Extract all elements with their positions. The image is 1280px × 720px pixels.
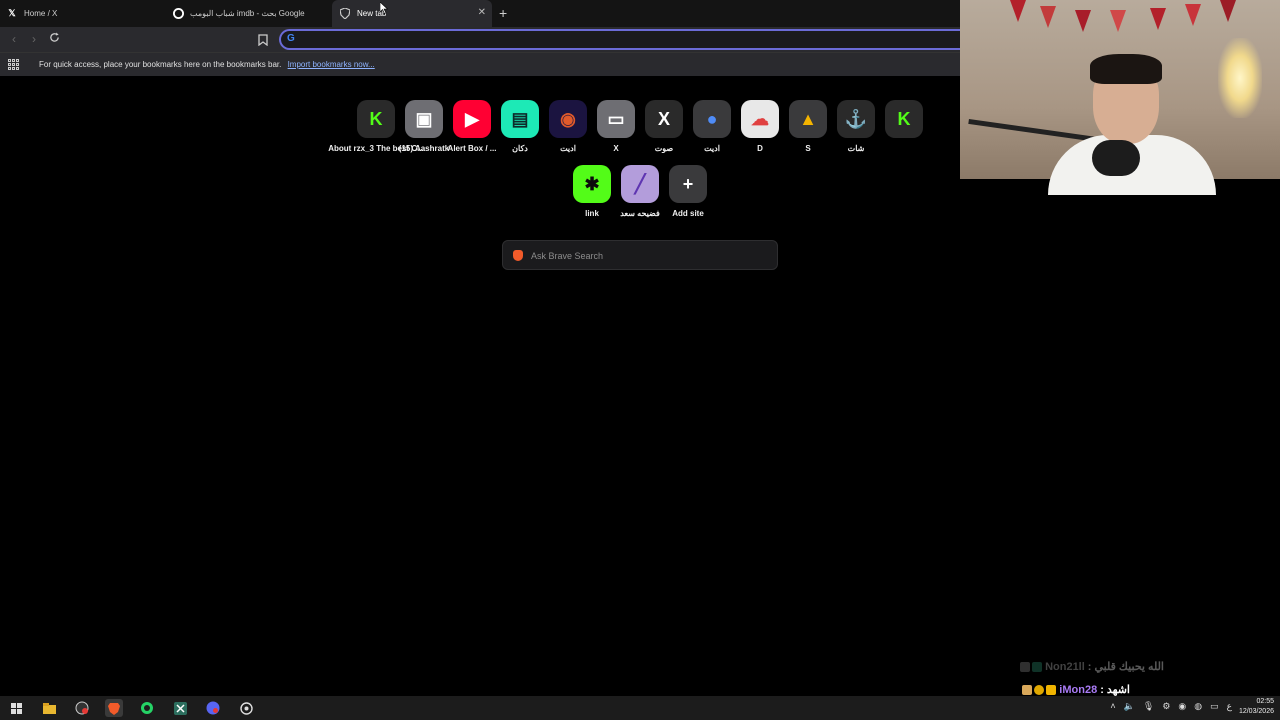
site-favicon-icon: ⚓ [837, 100, 875, 138]
address-input[interactable] [303, 32, 943, 47]
close-tab-icon[interactable]: ✕ [478, 7, 486, 18]
top-site-tile[interactable]: ⚓ شات [832, 100, 880, 153]
chat-separator: : [1087, 660, 1092, 673]
site-favicon-icon: ▶ [453, 100, 491, 138]
tab-google-search[interactable]: شباب البومب imdb - بحث Google [172, 0, 330, 27]
site-favicon-icon: ▲ [789, 100, 827, 138]
top-site-label: Add site [672, 209, 704, 218]
party-flag [1220, 0, 1236, 22]
party-flag [1040, 6, 1056, 28]
chat-username: iMon28 [1059, 683, 1098, 696]
add-site-icon: + [669, 165, 707, 203]
lamp-glow [1218, 38, 1262, 118]
brave-icon[interactable] [105, 699, 123, 717]
import-bookmarks-link[interactable]: Import bookmarks now... [288, 60, 375, 69]
capcut-icon[interactable] [171, 699, 189, 717]
discord-tray-icon[interactable]: ◍ [1194, 701, 1202, 712]
site-favicon-icon: K [357, 100, 395, 138]
chat-separator: : [1100, 683, 1104, 696]
chat-badges [1020, 661, 1043, 672]
file-explorer-icon[interactable] [40, 699, 58, 717]
steam-tray-icon[interactable]: ⚙ [1162, 701, 1170, 712]
system-tray: ˄ 🔈 🎙 ⚙ ◉ ◍ ▭ ع [1110, 701, 1232, 712]
back-button[interactable]: ‹ [7, 32, 21, 46]
microphone-icon[interactable]: 🎙 [1143, 701, 1154, 712]
brave-search-box[interactable] [502, 240, 778, 270]
network-icon[interactable]: ▭ [1210, 701, 1219, 712]
tab-title: Home / X [24, 9, 58, 18]
top-site-label: شات [847, 144, 865, 153]
bookmarks-hint-text: For quick access, place your bookmarks h… [39, 60, 282, 69]
bookmarks-bar: For quick access, place your bookmarks h… [0, 52, 960, 76]
tray-overflow-icon[interactable]: ˄ [1110, 701, 1115, 712]
chat-message: iMon28 : اشهد [1022, 683, 1130, 696]
tab-strip: 𝕏 Home / X شباب البومب imdb - بحث Google… [0, 0, 960, 27]
site-favicon-icon: ▣ [405, 100, 443, 138]
chat-badges [1022, 684, 1057, 695]
new-tab-button[interactable]: + [499, 5, 507, 21]
party-flag [1185, 4, 1201, 26]
bookmarks-hint: For quick access, place your bookmarks h… [39, 60, 375, 69]
site-favicon-icon: ✱ [573, 165, 611, 203]
reload-icon [49, 32, 59, 42]
top-site-tile[interactable]: K [880, 100, 928, 144]
brave-search-input[interactable] [531, 248, 761, 263]
site-favicon-icon: ╱ [621, 165, 659, 203]
site-favicon-icon: ▭ [597, 100, 635, 138]
tab-title: شباب البومب imdb - بحث Google [190, 9, 305, 18]
bookmark-button[interactable] [258, 33, 270, 47]
site-favicon-icon: X [645, 100, 683, 138]
streamer-hair [1090, 54, 1162, 84]
site-favicon-icon: ● [693, 100, 731, 138]
browser-window: 𝕏 Home / X شباب البومب imdb - بحث Google… [0, 0, 961, 696]
address-bar[interactable]: G [279, 29, 961, 50]
chat-username: Non21ll [1045, 660, 1085, 673]
site-favicon-icon: K [885, 100, 923, 138]
taskbar: ˄ 🔈 🎙 ⚙ ◉ ◍ ▭ ع 02:55 12/03/2026 [0, 696, 1280, 720]
volume-icon[interactable]: 🔈 [1124, 701, 1135, 712]
screen: 𝕏 Home / X شباب البومب imdb - بحث Google… [0, 0, 1280, 720]
site-favicon-icon: ▤ [501, 100, 539, 138]
top-site-tile[interactable]: + Add site [664, 165, 712, 218]
forward-button[interactable]: › [27, 32, 41, 46]
brave-lion-icon [513, 250, 523, 261]
google-icon [172, 8, 184, 20]
obs-tray-icon[interactable]: ◉ [1178, 701, 1186, 712]
tab-home-x[interactable]: 𝕏 Home / X [6, 0, 166, 27]
party-flag [1010, 0, 1026, 22]
whatsapp-icon[interactable] [138, 699, 156, 717]
bookmark-icon [258, 34, 268, 47]
clock-time: 02:55 [1256, 698, 1274, 705]
clock-date: 12/03/2026 [1238, 708, 1274, 715]
toolbar: ‹ › G [0, 27, 961, 52]
x-logo-icon: 𝕏 [8, 8, 16, 18]
party-flag [1075, 10, 1091, 32]
brave-shield-icon [339, 8, 351, 20]
site-favicon-icon: ◉ [549, 100, 587, 138]
apps-grid-icon[interactable] [8, 59, 19, 70]
tab-new-tab[interactable]: New tab ✕ [332, 0, 492, 27]
chat-text: اشهد [1106, 684, 1130, 696]
chat-text: الله يحبيك قلبي [1094, 661, 1164, 673]
obs-icon[interactable] [73, 699, 91, 717]
chat-message: Non21ll : الله يحبيك قلبي [1020, 660, 1164, 673]
microphone [1092, 140, 1140, 176]
discord-icon[interactable] [204, 699, 222, 717]
reload-button[interactable] [47, 32, 61, 46]
windows-start-icon[interactable] [7, 699, 25, 717]
mouse-cursor-icon [380, 2, 388, 14]
clock[interactable]: 02:55 12/03/2026 [1230, 697, 1274, 717]
steam-icon[interactable] [237, 699, 255, 717]
party-flag [1150, 8, 1166, 30]
google-icon: G [287, 33, 295, 44]
party-flag [1110, 10, 1126, 32]
site-favicon-icon: ☁ [741, 100, 779, 138]
